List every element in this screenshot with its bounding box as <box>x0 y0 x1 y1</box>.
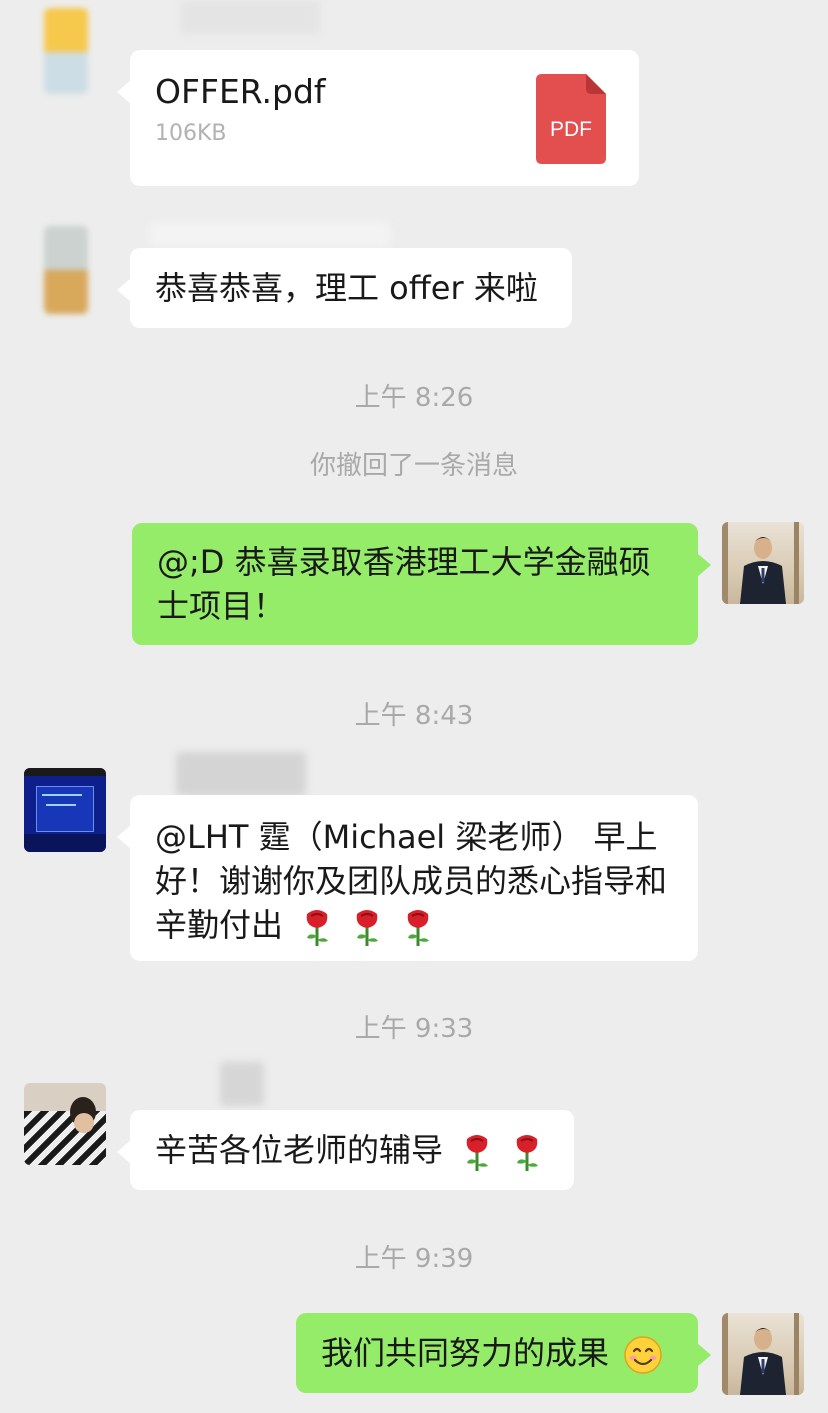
sender-name-blurred <box>220 1062 264 1106</box>
file-message[interactable]: OFFER.pdf 106KB PDF <box>117 50 639 186</box>
file-size: 106KB <box>155 121 227 146</box>
text-message[interactable]: 恭喜恭喜，理工 offer 来啦 <box>117 248 572 328</box>
pdf-file-icon: PDF <box>536 74 606 164</box>
rose-emoji-icon <box>407 910 429 946</box>
message-text: 辛苦各位老师的辅导 <box>155 1131 444 1169</box>
self-avatar[interactable] <box>722 522 804 604</box>
avatar[interactable] <box>24 768 106 852</box>
smiling-face-emoji-icon <box>624 1336 662 1374</box>
man-in-suit-icon <box>722 1313 799 1395</box>
rose-emoji-icon <box>517 1135 539 1171</box>
timestamp: 上午 9:33 <box>354 1014 474 1044</box>
file-name: OFFER.pdf <box>155 72 326 111</box>
pdf-badge-label: PDF <box>550 118 592 141</box>
man-in-suit-icon <box>722 522 799 604</box>
system-notice: 你撤回了一条消息 <box>309 451 518 481</box>
timestamp: 上午 8:43 <box>354 701 474 731</box>
timestamp: 上午 9:39 <box>354 1244 474 1274</box>
message-text: @;D 恭喜录取香港理工大学金融硕士项目！ <box>157 543 651 625</box>
avatar[interactable] <box>44 8 88 94</box>
rose-emoji-icon <box>357 910 379 946</box>
self-text-message[interactable]: 我们共同努力的成果 <box>296 1313 711 1393</box>
text-message[interactable]: 辛苦各位老师的辅导 <box>117 1110 574 1190</box>
self-text-message[interactable]: @;D 恭喜录取香港理工大学金融硕士项目！ <box>132 523 711 645</box>
rose-emoji-icon <box>466 1135 489 1171</box>
sender-name-blurred <box>180 0 320 34</box>
avatar[interactable] <box>24 1083 106 1165</box>
avatar[interactable] <box>44 226 88 314</box>
timestamp: 上午 8:26 <box>354 383 474 413</box>
sender-name-blurred <box>150 222 390 246</box>
message-text: 我们共同努力的成果 <box>321 1334 610 1372</box>
self-avatar[interactable] <box>722 1313 804 1395</box>
sender-name-blurred <box>176 752 306 796</box>
rose-emoji-icon <box>306 910 329 946</box>
text-message[interactable]: @LHT 霆（Michael 梁老师） 早上好！谢谢你及团队成员的悉心指导和辛勤… <box>117 795 698 961</box>
message-text: 恭喜恭喜，理工 offer 来啦 <box>155 269 538 307</box>
